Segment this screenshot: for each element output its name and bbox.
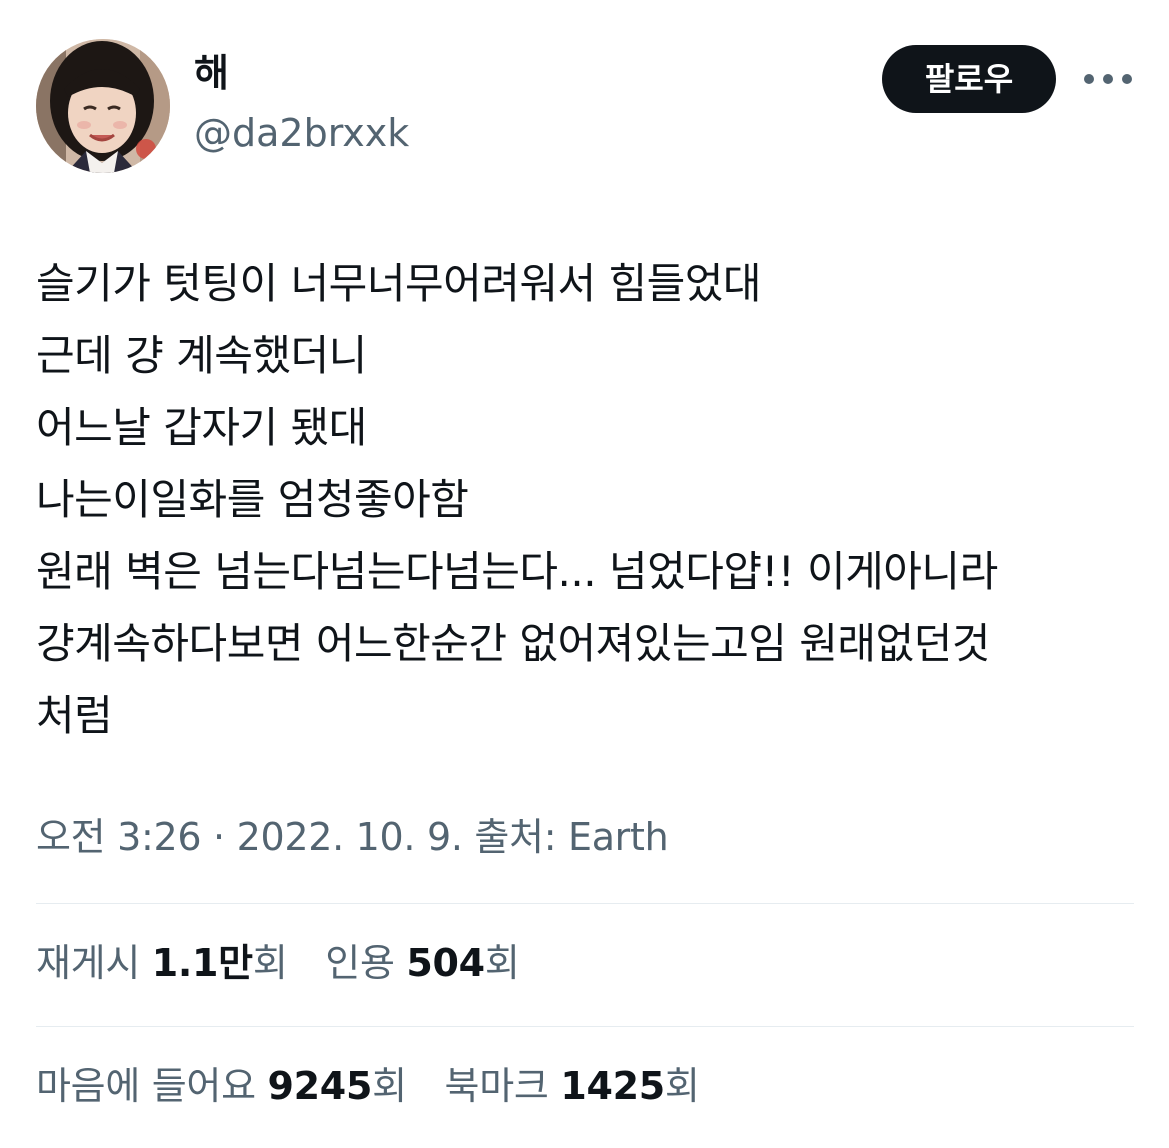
tweet-line: 나는이일화를 엄청좋아함: [36, 475, 469, 524]
retweet-stat[interactable]: 재게시 1.1만회: [36, 935, 288, 991]
tweet-line: 어느날 갑자기 됐대: [36, 403, 367, 452]
divider: [36, 903, 1134, 904]
divider: [36, 1026, 1134, 1027]
bookmark-count: 1425: [560, 1064, 665, 1108]
tweet-line: 걍계속하다보면 어느한순간 없어져있는고임 원래없던것: [36, 619, 990, 668]
quote-label: 인용: [325, 941, 395, 985]
like-stat[interactable]: 마음에 들어요 9245회: [36, 1058, 407, 1114]
like-count: 9245: [267, 1064, 373, 1108]
tweet-line: 처럼: [36, 691, 113, 740]
dot-icon: [1084, 74, 1094, 84]
tweet-line: 원래 벽은 넘는다넘는다넘는다... 넘었다얍!! 이게아니라: [36, 547, 998, 596]
bookmark-stat[interactable]: 북마크 1425회: [445, 1058, 700, 1114]
quote-count: 504: [406, 941, 485, 985]
profile-photo-icon: [36, 39, 170, 173]
dot-icon: [1103, 74, 1113, 84]
like-label: 마음에 들어요: [36, 1064, 256, 1108]
retweet-unit: 회: [252, 941, 288, 985]
tweet-text: 슬기가 텃팅이 너무너무어려워서 힘들었대 근데 걍 계속했더니 어느날 갑자기…: [36, 248, 1146, 752]
display-name[interactable]: 해: [194, 48, 229, 98]
tweet-line: 근데 걍 계속했더니: [36, 331, 367, 380]
more-options-icon[interactable]: [1080, 62, 1136, 96]
tweet-line: 슬기가 텃팅이 너무너무어려워서 힘들었대: [36, 259, 762, 308]
like-unit: 회: [372, 1064, 407, 1108]
avatar[interactable]: [36, 39, 170, 173]
retweet-count: 1.1만: [151, 941, 253, 985]
user-handle[interactable]: @da2brxxk: [194, 108, 409, 158]
follow-button[interactable]: 팔로우: [882, 45, 1056, 113]
bookmark-unit: 회: [664, 1064, 700, 1108]
tweet-timestamp[interactable]: 오전 3:26 · 2022. 10. 9. 출처: Earth: [36, 810, 669, 864]
stats-row-reposts: 재게시 1.1만회 인용 504회: [36, 935, 546, 991]
retweet-label: 재게시: [36, 941, 140, 985]
dot-icon: [1122, 74, 1132, 84]
tweet-card: 해 @da2brxxk 팔로우 슬기가 텃팅이 너무너무어려워서 힘들었대 근데…: [0, 0, 1169, 1148]
quote-stat[interactable]: 인용 504회: [325, 935, 520, 991]
stats-row-likes: 마음에 들어요 9245회 북마크 1425회: [36, 1058, 726, 1114]
bookmark-label: 북마크: [444, 1064, 549, 1108]
quote-unit: 회: [484, 941, 520, 985]
